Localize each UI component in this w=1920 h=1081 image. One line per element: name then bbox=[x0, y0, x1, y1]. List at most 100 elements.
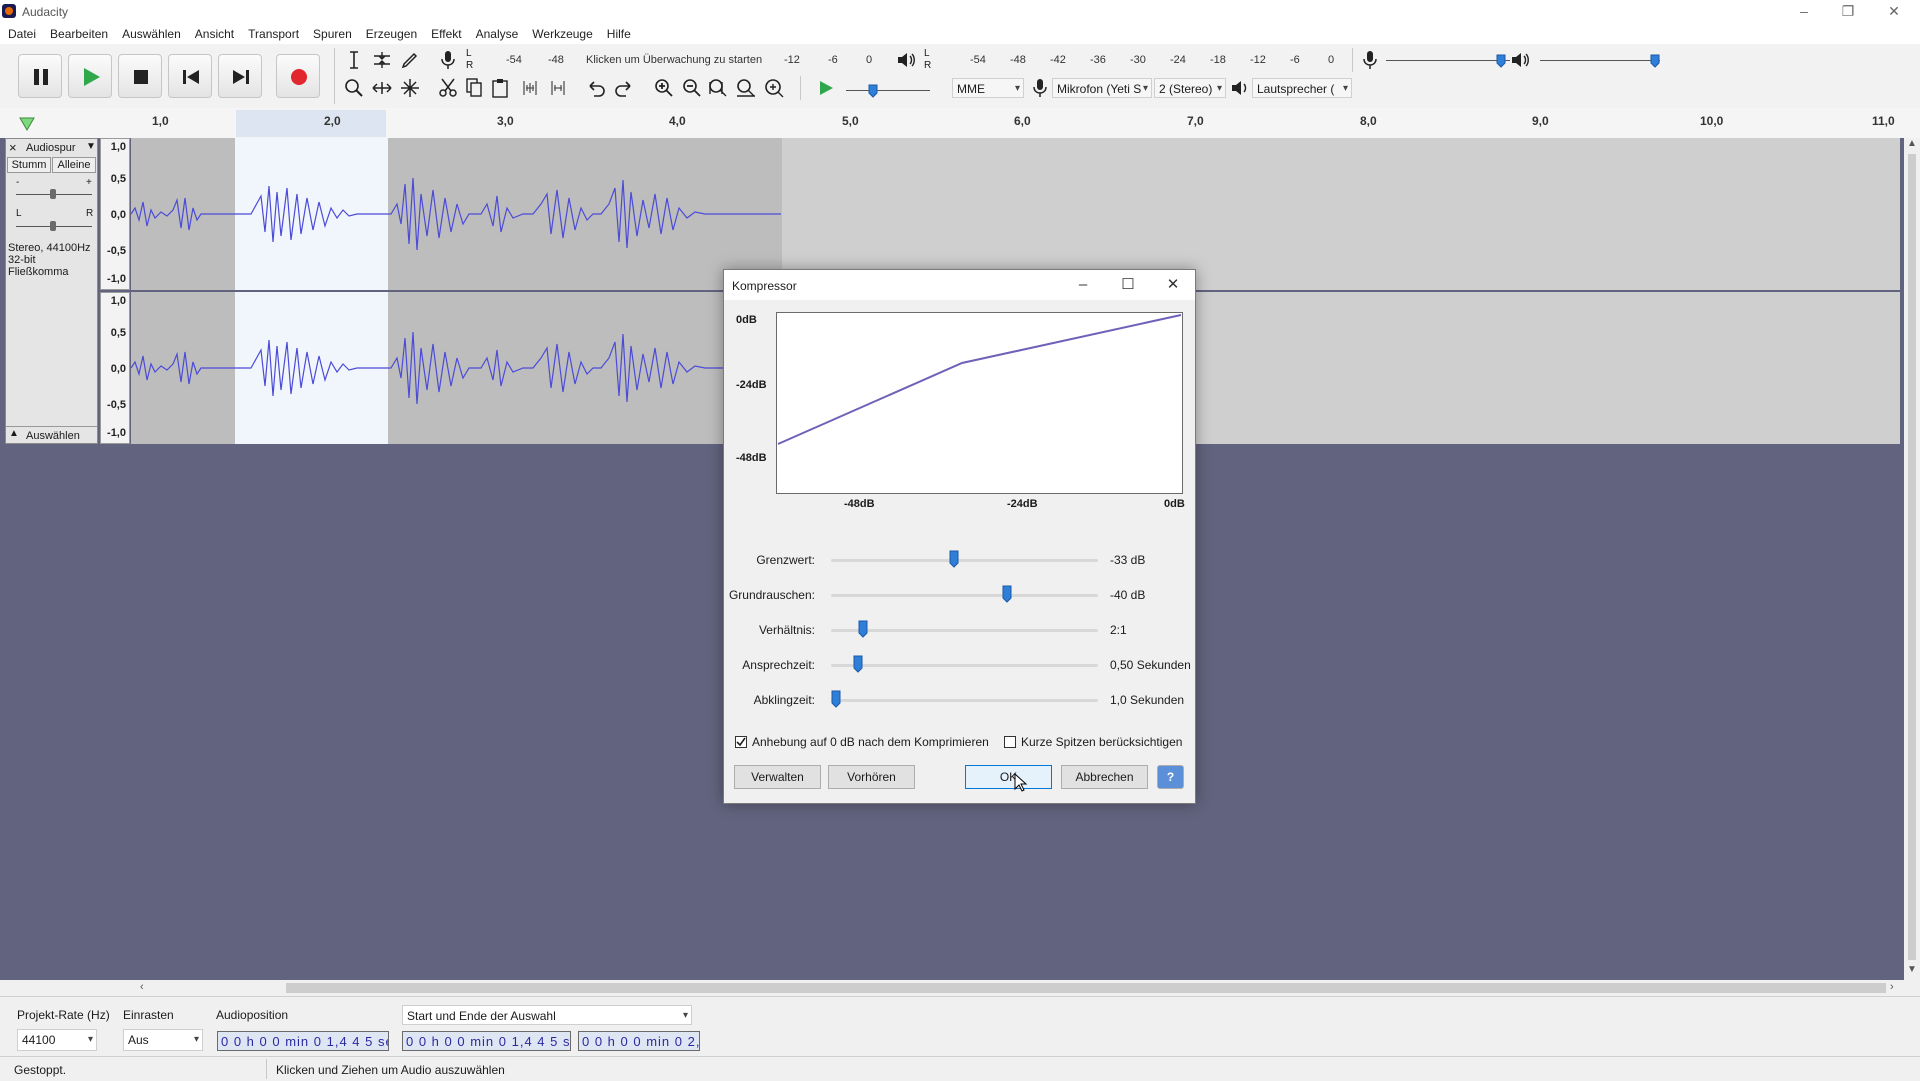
solo-button[interactable]: Alleine bbox=[52, 157, 96, 173]
waveform-left-channel[interactable] bbox=[131, 138, 1900, 290]
makeup-gain-checkbox[interactable] bbox=[735, 736, 747, 748]
pan-slider-thumb[interactable] bbox=[50, 221, 56, 231]
attack-slider[interactable] bbox=[831, 664, 1098, 667]
ratio-slider-thumb[interactable] bbox=[858, 620, 868, 638]
selection-start-field[interactable]: 0 0 h 0 0 min 0 1,4 4 5 sec bbox=[402, 1031, 571, 1051]
menu-transport[interactable]: Transport bbox=[240, 24, 305, 44]
recording-volume-slider[interactable] bbox=[1386, 60, 1510, 61]
pause-button[interactable] bbox=[18, 54, 62, 98]
input-channels-select[interactable]: 2 (Stereo) ▾ bbox=[1154, 78, 1226, 98]
menu-tracks[interactable]: Spuren bbox=[305, 24, 358, 44]
minimize-icon[interactable]: – bbox=[1782, 0, 1826, 24]
trim-audio-icon[interactable] bbox=[518, 76, 542, 100]
attack-slider-thumb[interactable] bbox=[853, 655, 863, 673]
menu-file[interactable]: Datei bbox=[0, 24, 42, 44]
scroll-left-icon[interactable]: ‹ bbox=[140, 981, 144, 993]
dialog-minimize-icon[interactable]: – bbox=[1061, 270, 1105, 300]
scroll-right-icon[interactable]: › bbox=[1890, 981, 1894, 993]
cancel-button[interactable]: Abbrechen bbox=[1061, 765, 1148, 789]
mute-button[interactable]: Stumm bbox=[7, 157, 51, 173]
play-button[interactable] bbox=[68, 54, 112, 98]
paste-icon[interactable] bbox=[488, 76, 512, 100]
track-menu-chevron-icon[interactable]: ▼ bbox=[86, 141, 96, 152]
time-shift-tool-icon[interactable] bbox=[370, 76, 394, 100]
noise-floor-slider-thumb[interactable] bbox=[1002, 585, 1012, 603]
output-device-select[interactable]: Lautsprecher ( ▾ bbox=[1252, 78, 1352, 98]
zoom-tool-icon[interactable] bbox=[342, 76, 366, 100]
horizontal-scroll-thumb[interactable] bbox=[286, 983, 1886, 993]
restore-icon[interactable]: ❐ bbox=[1826, 0, 1870, 24]
silence-audio-icon[interactable] bbox=[546, 76, 570, 100]
play-meter-speaker-icon[interactable] bbox=[894, 48, 918, 72]
threshold-slider[interactable] bbox=[831, 559, 1098, 562]
fit-selection-icon[interactable] bbox=[706, 76, 730, 100]
play-at-speed-icon[interactable] bbox=[814, 76, 838, 100]
menu-analyze[interactable]: Analyse bbox=[468, 24, 525, 44]
menu-generate[interactable]: Erzeugen bbox=[358, 24, 423, 44]
menu-effect[interactable]: Effekt bbox=[423, 24, 467, 44]
play-at-speed-thumb[interactable] bbox=[868, 84, 878, 98]
preview-button[interactable]: Vorhören bbox=[828, 765, 915, 789]
timeline-ruler[interactable]: 1,0 2,0 3,0 4,0 5,0 6,0 7,0 8,0 9,0 10,0… bbox=[0, 108, 1920, 139]
ok-button[interactable]: OK bbox=[965, 765, 1052, 789]
close-icon[interactable]: ✕ bbox=[1872, 0, 1916, 24]
scroll-down-icon[interactable]: ▼ bbox=[1907, 964, 1917, 975]
fit-project-icon[interactable] bbox=[734, 76, 758, 100]
envelope-tool-icon[interactable] bbox=[370, 48, 394, 72]
multi-tool-icon[interactable] bbox=[398, 76, 422, 100]
collapse-track-icon[interactable]: ▲ bbox=[9, 428, 19, 439]
menu-select[interactable]: Auswählen bbox=[114, 24, 187, 44]
menu-help[interactable]: Hilfe bbox=[599, 24, 637, 44]
recording-volume-thumb[interactable] bbox=[1496, 54, 1506, 68]
gain-slider-thumb[interactable] bbox=[50, 189, 56, 199]
dialog-title-bar[interactable]: Kompressor – ☐ ✕ bbox=[724, 270, 1195, 300]
vertical-scrollbar[interactable]: ▲ ▼ bbox=[1904, 138, 1920, 980]
draw-tool-icon[interactable] bbox=[398, 48, 422, 72]
help-button[interactable]: ? bbox=[1157, 765, 1184, 789]
menu-edit[interactable]: Bearbeiten bbox=[42, 24, 114, 44]
record-button[interactable] bbox=[276, 54, 320, 98]
scroll-up-icon[interactable]: ▲ bbox=[1907, 138, 1917, 149]
ratio-slider[interactable] bbox=[831, 629, 1098, 632]
skip-to-start-button[interactable] bbox=[168, 54, 212, 98]
timeline-options-icon[interactable] bbox=[18, 116, 36, 132]
playback-volume-slider[interactable] bbox=[1540, 60, 1660, 61]
peaks-checkbox[interactable] bbox=[1004, 736, 1016, 748]
snap-select[interactable]: Aus ▾ bbox=[123, 1029, 203, 1051]
play-at-speed-slider[interactable] bbox=[846, 90, 930, 91]
track-name-button[interactable]: Audiospur bbox=[26, 142, 76, 154]
horizontal-scrollbar[interactable]: ‹ › bbox=[0, 980, 1904, 996]
copy-icon[interactable] bbox=[462, 76, 486, 100]
peaks-label[interactable]: Kurze Spitzen berücksichtigen bbox=[1021, 735, 1182, 749]
redo-icon[interactable] bbox=[612, 76, 636, 100]
undo-icon[interactable] bbox=[584, 76, 608, 100]
dialog-close-icon[interactable]: ✕ bbox=[1151, 270, 1195, 300]
cut-icon[interactable] bbox=[436, 76, 460, 100]
track-select-button[interactable]: ▲ Auswählen bbox=[6, 426, 97, 444]
selection-mode-select[interactable]: Start und Ende der Auswahl ▾ bbox=[402, 1005, 692, 1025]
release-slider[interactable] bbox=[831, 699, 1098, 702]
skip-to-end-button[interactable] bbox=[218, 54, 262, 98]
zoom-toggle-icon[interactable] bbox=[762, 76, 786, 100]
record-meter-mic-icon[interactable] bbox=[436, 48, 460, 72]
vertical-scroll-thumb[interactable] bbox=[1908, 154, 1916, 960]
menu-tools[interactable]: Werkzeuge bbox=[524, 24, 598, 44]
threshold-slider-thumb[interactable] bbox=[949, 550, 959, 568]
record-meter[interactable]: L R -54 -48 Klicken um Überwachung zu st… bbox=[466, 48, 886, 71]
release-slider-thumb[interactable] bbox=[831, 690, 841, 708]
selection-tool-icon[interactable] bbox=[342, 48, 366, 72]
project-rate-select[interactable]: 44100 ▾ bbox=[17, 1029, 97, 1051]
zoom-in-icon[interactable] bbox=[652, 76, 676, 100]
track-close-button[interactable]: × bbox=[9, 140, 17, 155]
playback-volume-thumb[interactable] bbox=[1650, 54, 1660, 68]
noise-floor-slider[interactable] bbox=[831, 594, 1098, 597]
audio-position-field[interactable]: 0 0 h 0 0 min 0 1,4 4 5 sec bbox=[217, 1031, 389, 1051]
zoom-out-icon[interactable] bbox=[680, 76, 704, 100]
selection-end-field[interactable]: 0 0 h 0 0 min 0 2,3 3 bbox=[578, 1031, 700, 1051]
menu-view[interactable]: Ansicht bbox=[187, 24, 240, 44]
audio-host-select[interactable]: MME ▾ bbox=[952, 78, 1024, 98]
input-device-select[interactable]: Mikrofon (Yeti S ▾ bbox=[1052, 78, 1152, 98]
dialog-maximize-icon[interactable]: ☐ bbox=[1106, 270, 1150, 300]
makeup-gain-label[interactable]: Anhebung auf 0 dB nach dem Komprimieren bbox=[752, 735, 989, 749]
record-meter-prompt[interactable]: Klicken um Überwachung zu starten bbox=[586, 54, 762, 66]
